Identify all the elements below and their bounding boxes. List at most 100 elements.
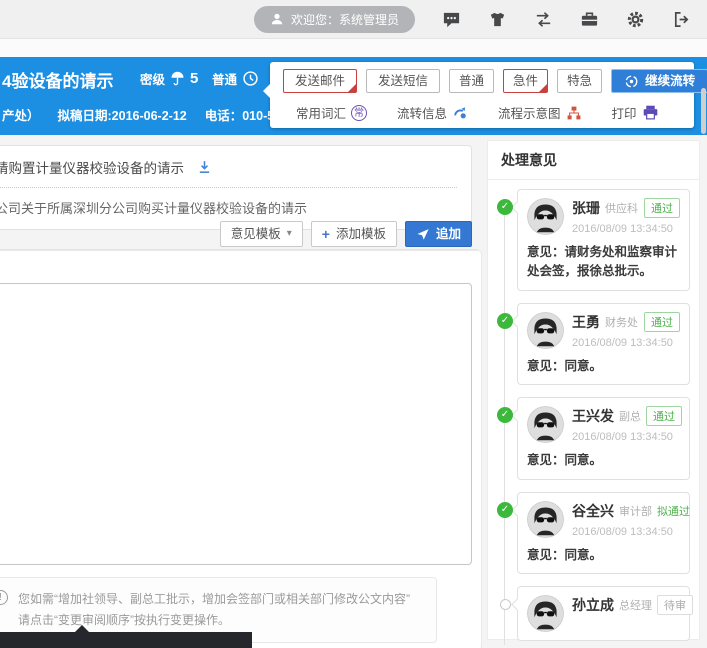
commenter-name: 张珊 (572, 198, 600, 218)
timeline-status-icon: ✓ (497, 199, 513, 215)
status-badge: 待审 (657, 595, 693, 615)
card-notch (511, 201, 524, 214)
comment-card[interactable]: 谷全兴 审计部 拟通过 2016/08/09 13:34:50 意见：同意。 (517, 492, 690, 574)
comment-opinion: 意见：同意。 (527, 451, 680, 470)
avatar (527, 595, 564, 632)
send-sms-button[interactable]: 发送短信 (366, 69, 440, 93)
timeline-status-icon: ✓ (497, 407, 513, 423)
priority-extra-urgent-button[interactable]: 特急 (557, 69, 602, 93)
opinion-template-dropdown[interactable]: 意见模板 ▾ (220, 221, 303, 247)
gear-icon[interactable] (626, 10, 645, 29)
status-badge: 通过 (644, 198, 680, 218)
comment-item: ✓ 王兴发 副总 通过 2016/08/09 13:34:50 意见：同意。 (497, 397, 690, 479)
attachment-row: 请购置计量仪器校验设备的请示 (0, 157, 457, 177)
flow-info-icon (452, 105, 468, 121)
welcome-text: 欢迎您：系统管理员 (291, 11, 399, 28)
timeline-status-icon: ✓ (497, 313, 513, 329)
draft-date: 拟稿日期:2016-06-2-12 (58, 105, 187, 124)
toolbar-notch (263, 84, 270, 98)
avatar (527, 406, 564, 443)
logout-icon[interactable] (672, 10, 691, 29)
flow-chart-icon (566, 105, 582, 121)
drafting-unit: 产处） (2, 105, 40, 124)
card-notch (511, 409, 524, 422)
page-title: 4验设备的请示 (2, 67, 113, 92)
document-subject: 公司关于所属深圳分公司购买计量仪器校验设备的请示 (0, 198, 457, 217)
status-badge: 拟通过 (657, 502, 690, 520)
send-mail-button[interactable]: 发送邮件 (283, 69, 357, 93)
continue-flow-button[interactable]: 继续流转 (611, 69, 707, 93)
commenter-dept: 财务处 (605, 314, 638, 330)
document-summary-card: 请购置计量仪器校验设备的请示 公司关于所属深圳分公司购买计量仪器校验设备的请示 (0, 145, 472, 230)
continue-flow-label: 继续流转 (645, 70, 695, 92)
clock-icon (242, 70, 259, 87)
flow-info-link[interactable]: 流转信息 (397, 103, 468, 122)
toolbar-row-links: 常用词汇 常 流转信息 流程示意图 打印 (270, 96, 694, 122)
action-toolbar: 发送邮件 发送短信 普通 急件 特急 继续流转 常用词汇 常 流转信息 (270, 62, 694, 128)
send-icon (416, 227, 430, 241)
user-icon (270, 12, 284, 26)
comment-date: 2016/08/09 13:34:50 (572, 526, 680, 538)
flow-info-label: 流转信息 (397, 103, 447, 122)
attachment-title: 请购置计量仪器校验设备的请示 (0, 157, 184, 177)
secret-value: 5 (190, 70, 198, 87)
oa-document-screen: 欢迎您：系统管理员 4验设备的请示 密级 5 普通 产处） 拟稿日期:2016-… (0, 0, 707, 648)
comment-date: 2016/08/09 13:34:50 (572, 431, 680, 443)
secret-label: 密级 (140, 69, 165, 88)
commenter-name: 孙立成 (572, 595, 614, 615)
status-badge: 通过 (646, 406, 682, 426)
download-icon[interactable] (196, 159, 213, 176)
dotted-divider (0, 187, 457, 188)
comment-item: ✓ 王勇 财务处 通过 2016/08/09 13:34:50 意见：同意。 (497, 303, 690, 385)
shirt-icon[interactable] (488, 10, 507, 29)
topbar: 欢迎您：系统管理员 (0, 0, 707, 38)
comment-card[interactable]: 王兴发 副总 通过 2016/08/09 13:34:50 意见：同意。 (517, 397, 690, 479)
comment-card[interactable]: 张珊 供应科 通过 2016/08/09 13:34:50 意见：请财务处和监察… (517, 189, 690, 291)
flow-chart-label: 流程示意图 (498, 103, 561, 122)
opinion-textarea[interactable] (0, 283, 472, 565)
comment-item: ✓ 张珊 供应科 通过 2016/08/09 13:34:50 意见：请财务处和… (497, 189, 690, 291)
commenter-name: 王勇 (572, 312, 600, 332)
toolbar-row-buttons: 发送邮件 发送短信 普通 急件 特急 继续流转 (270, 62, 694, 96)
print-link[interactable]: 打印 (612, 103, 659, 122)
common-words-label: 常用词汇 (296, 103, 346, 122)
print-label: 打印 (612, 103, 637, 122)
append-button[interactable]: 追加 (405, 221, 472, 247)
umbrella-icon (170, 70, 185, 87)
swap-icon[interactable] (534, 10, 553, 29)
briefcase-icon[interactable] (580, 10, 599, 29)
commenter-dept: 审计部 (619, 503, 652, 519)
common-words-link[interactable]: 常用词汇 常 (296, 103, 367, 122)
document-header: 4验设备的请示 密级 5 普通 产处） 拟稿日期:2016-06-2-12 电话… (0, 57, 707, 135)
user-menu[interactable]: 欢迎您：系统管理员 (254, 6, 415, 33)
info-icon: ! (0, 590, 8, 605)
chat-icon[interactable] (442, 10, 461, 29)
comment-opinion: 意见：请财务处和监察审计处会签，报徐总批示。 (527, 243, 680, 282)
commenter-name: 王兴发 (572, 406, 614, 426)
card-notch (511, 504, 524, 517)
priority-normal-button[interactable]: 普通 (449, 69, 494, 93)
flow-chart-link[interactable]: 流程示意图 (498, 103, 582, 122)
add-template-button[interactable]: + 添加模板 (311, 221, 397, 247)
urgency-level: 普通 (212, 69, 259, 88)
approval-panel-title: 处理意见 (488, 141, 699, 180)
avatar (527, 198, 564, 235)
comment-item: ✓ 谷全兴 审计部 拟通过 2016/08/09 13:34:50 意见：同意。 (497, 492, 690, 574)
scrollbar-thumb[interactable] (701, 88, 706, 134)
comment-card[interactable]: 王勇 财务处 通过 2016/08/09 13:34:50 意见：同意。 (517, 303, 690, 385)
approval-panel: 处理意见 ✓ 张珊 供应科 通过 2016/08/09 13:34:50 (487, 140, 700, 640)
notice-line-1: 您如需“增加社领导、副总工批示，增加会签部门或相关部门修改公文内容” (18, 589, 410, 610)
comment-card[interactable]: 孙立成 总经理 待审 (517, 586, 690, 641)
commenter-name: 谷全兴 (572, 501, 614, 521)
opinion-toolbar: 意见模板 ▾ + 添加模板 追加 (0, 221, 472, 247)
avatar (527, 312, 564, 349)
commenter-dept: 供应科 (605, 200, 638, 216)
opinion-template-label: 意见模板 (231, 222, 281, 246)
comment-date: 2016/08/09 13:34:50 (572, 337, 680, 349)
timeline-status-icon: ✓ (497, 502, 513, 518)
priority-urgent-button[interactable]: 急件 (503, 69, 548, 93)
urgency-label: 普通 (212, 69, 237, 88)
dark-tooltip (0, 632, 252, 648)
secret-level: 密级 5 (140, 69, 198, 88)
comment-opinion: 意见：同意。 (527, 546, 680, 565)
